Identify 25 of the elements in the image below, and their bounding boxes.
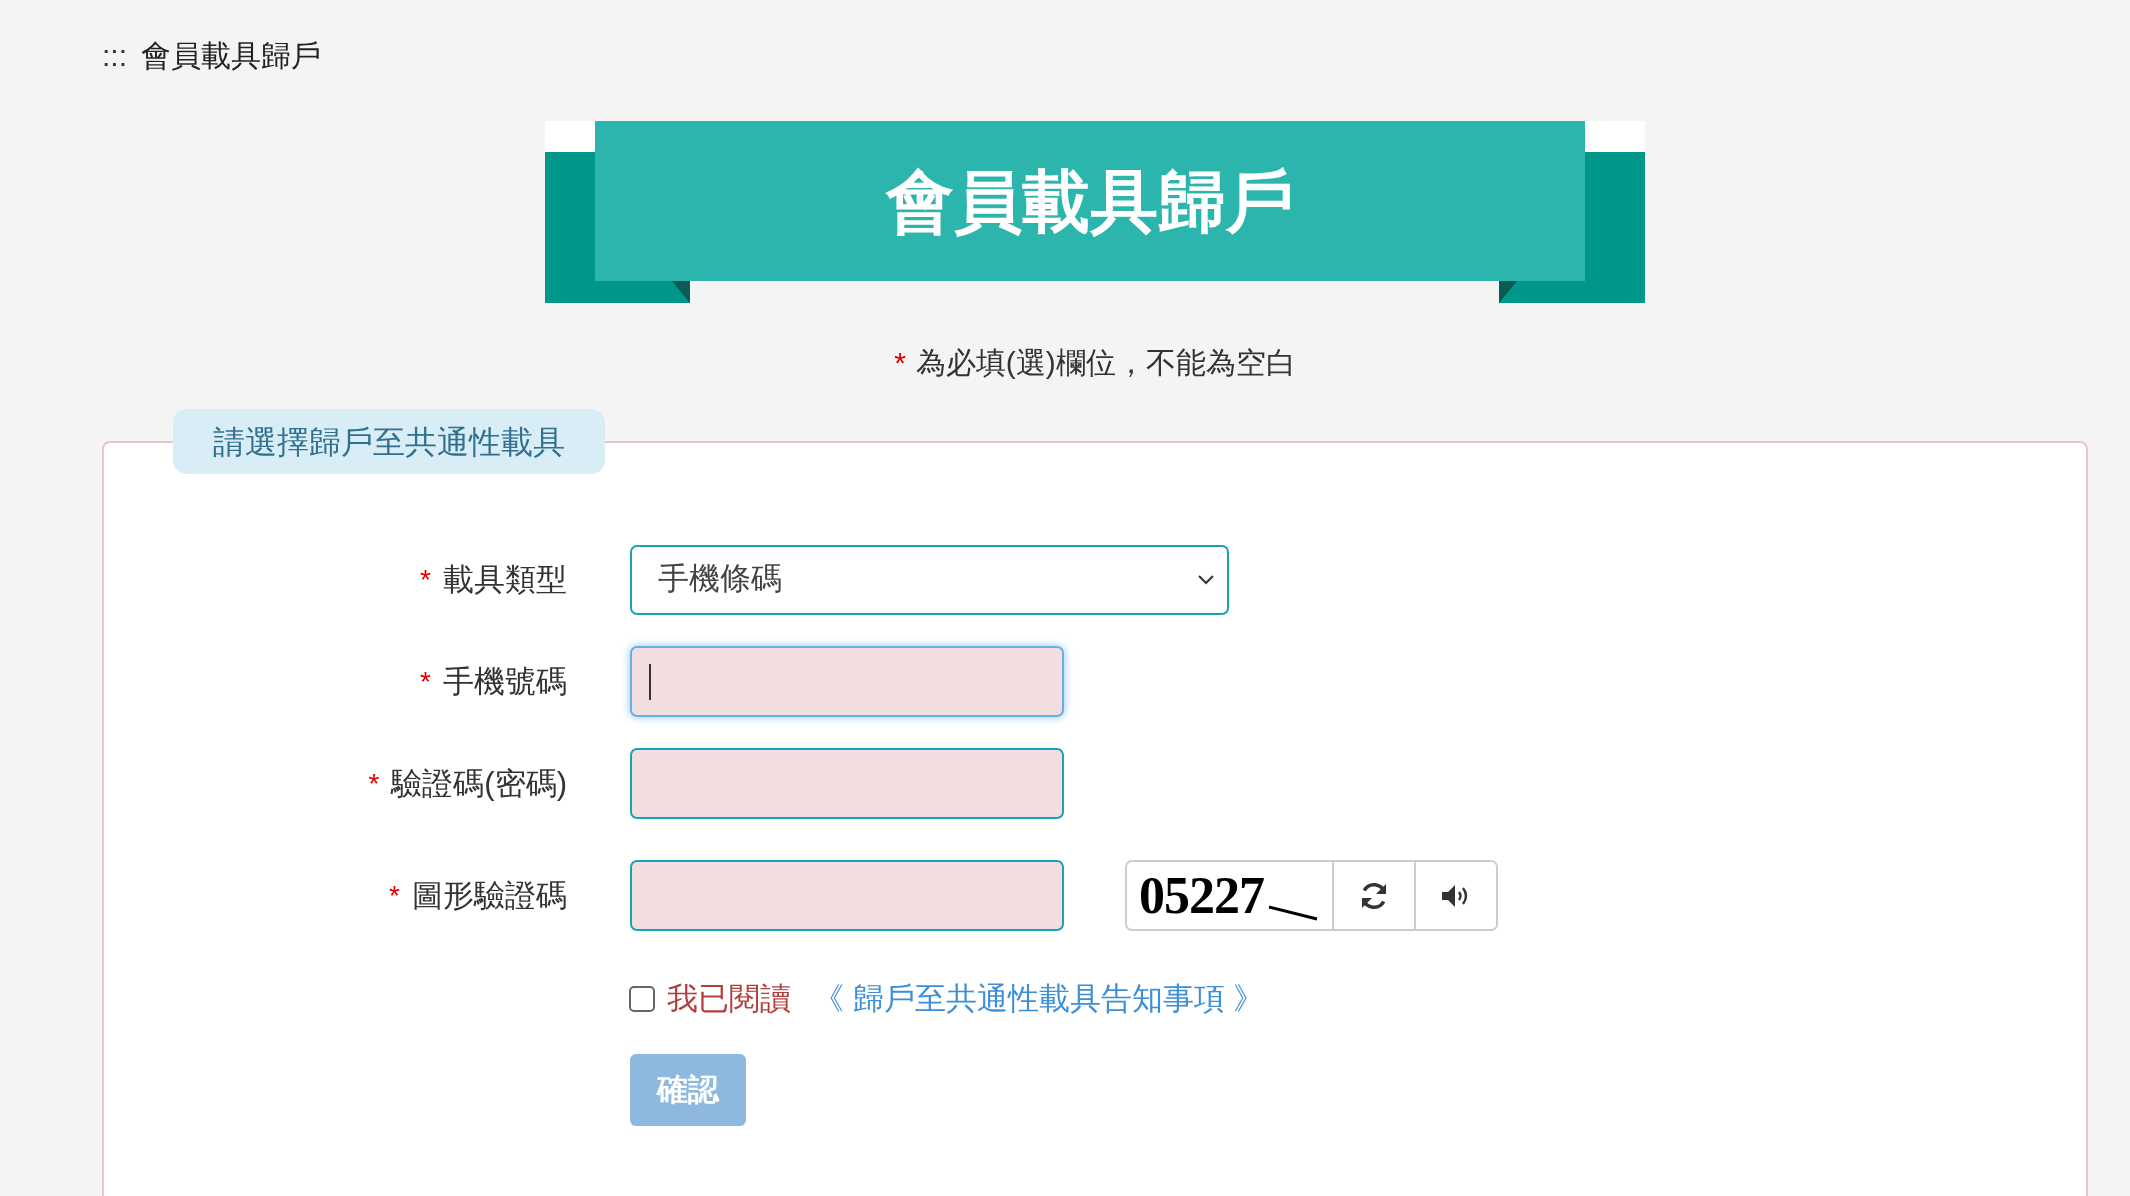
page-title: 會員載具歸戶 [886, 162, 1294, 241]
text-cursor [649, 663, 651, 700]
agreement-text: 我已閱讀 [667, 980, 791, 1018]
required-mark: * [420, 665, 431, 698]
field-label: 驗證碼(密碼) [391, 764, 567, 803]
slash-line-icon [1268, 904, 1318, 921]
chevron-down-icon [1197, 574, 1215, 585]
input-field[interactable] [630, 646, 1064, 717]
input-field[interactable] [630, 860, 1064, 931]
field-label: 手機號碼 [443, 662, 567, 701]
required-mark: * [389, 879, 400, 912]
captcha-text: 05227 [1139, 868, 1264, 923]
accesskey-link[interactable]: ::: [102, 36, 127, 76]
required-mark: * [368, 767, 380, 800]
section-heading: 請選擇歸戶至共通性載具 [173, 409, 605, 474]
breadcrumb-title: 會員載具歸戶 [141, 38, 321, 74]
required-mark: * [894, 346, 906, 380]
audio-button[interactable] [1414, 862, 1496, 929]
required-note: 為必填(選)欄位，不能為空白 [915, 345, 1296, 381]
checkbox[interactable] [629, 986, 655, 1012]
required-mark: * [420, 563, 431, 596]
input-field[interactable] [630, 748, 1064, 819]
field-label: 載具類型 [443, 560, 567, 599]
dropdown[interactable]: 手機條碼 [630, 544, 1229, 615]
field-label: 圖形驗證碼 [412, 876, 567, 915]
